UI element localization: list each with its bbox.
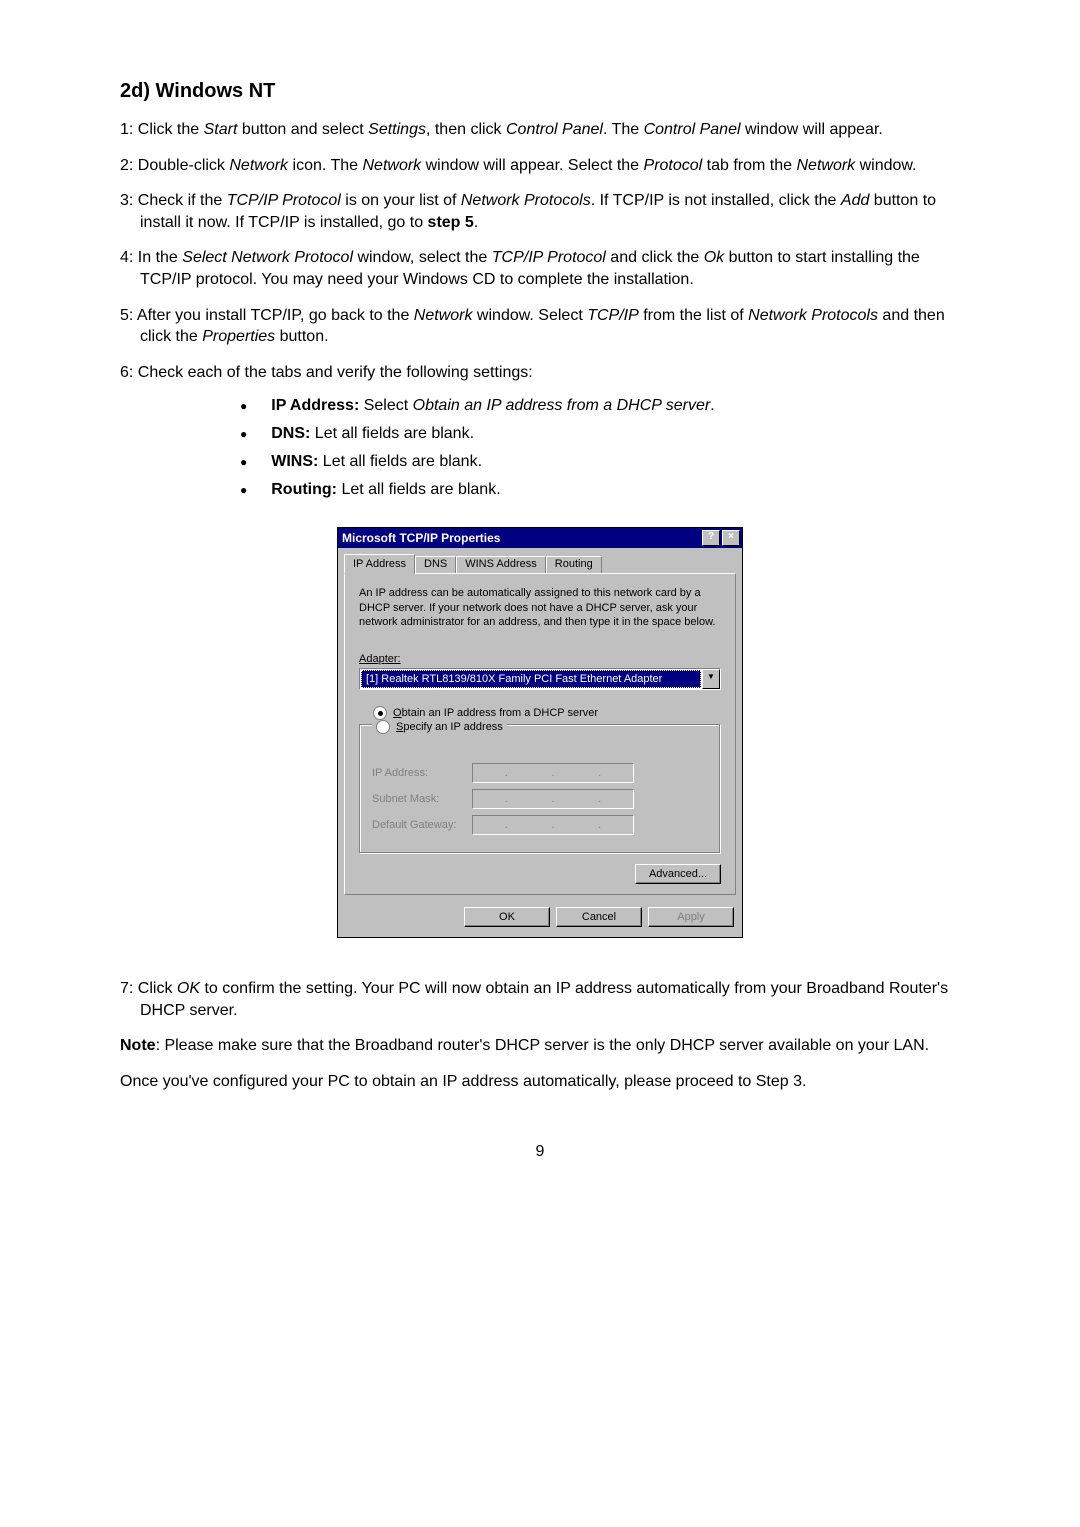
step-7: 7: Click OK to confirm the setting. Your… (120, 978, 960, 1021)
dialog-title: Microsoft TCP/IP Properties (342, 531, 500, 545)
description-text: An IP address can be automatically assig… (359, 586, 721, 629)
bullet-icon: ● (240, 483, 247, 497)
tcpip-properties-dialog: Microsoft TCP/IP Properties ? × IP Addre… (337, 527, 743, 938)
tab-ip-address[interactable]: IP Address (344, 554, 415, 574)
default-gateway-field: ... (472, 815, 634, 835)
step-5: 5: After you install TCP/IP, go back to … (120, 305, 960, 348)
step-1: 1: Click the Start button and select Set… (120, 119, 960, 141)
tab-wins-address[interactable]: WINS Address (456, 556, 546, 573)
bullet-icon: ● (240, 399, 247, 413)
adapter-selected-value: [1] Realtek RTL8139/810X Family PCI Fast… (361, 670, 701, 688)
apply-button: Apply (648, 907, 734, 927)
radio-icon (373, 706, 387, 720)
bullet-routing: ● Routing: Let all fields are blank. (240, 481, 960, 499)
step-4: 4: In the Select Network Protocol window… (120, 247, 960, 290)
radio-icon (376, 720, 390, 734)
heading-windows-nt: 2d) Windows NT (120, 80, 960, 103)
chevron-down-icon[interactable]: ▼ (702, 669, 720, 689)
tab-routing[interactable]: Routing (546, 556, 602, 573)
once-text: Once you've configured your PC to obtain… (120, 1071, 960, 1093)
bullet-wins: ● WINS: Let all fields are blank. (240, 453, 960, 471)
subnet-mask-field: ... (472, 789, 634, 809)
bullet-icon: ● (240, 455, 247, 469)
close-button[interactable]: × (722, 530, 740, 546)
adapter-label: Adapter: (359, 653, 721, 665)
step-6: 6: Check each of the tabs and verify the… (120, 362, 960, 384)
subnet-mask-label: Subnet Mask: (372, 793, 472, 805)
titlebar: Microsoft TCP/IP Properties ? × (338, 528, 742, 548)
help-button[interactable]: ? (702, 530, 720, 546)
tab-dns[interactable]: DNS (415, 556, 456, 573)
radio-specify-ip[interactable]: Specify an IP address (372, 720, 507, 734)
ok-button[interactable]: OK (464, 907, 550, 927)
ip-address-label: IP Address: (372, 767, 472, 779)
ip-address-field: ... (472, 763, 634, 783)
radio-obtain-dhcp[interactable]: Obtain an IP address from a DHCP server (373, 706, 721, 720)
step-2: 2: Double-click Network icon. The Networ… (120, 155, 960, 177)
bullet-ip-address: ● IP Address: Select Obtain an IP addres… (240, 397, 960, 415)
note-text: Note: Please make sure that the Broadban… (120, 1035, 960, 1057)
default-gateway-label: Default Gateway: (372, 819, 472, 831)
advanced-button[interactable]: Advanced... (635, 864, 721, 884)
adapter-dropdown[interactable]: [1] Realtek RTL8139/810X Family PCI Fast… (359, 668, 721, 690)
step-3: 3: Check if the TCP/IP Protocol is on yo… (120, 190, 960, 233)
bullet-dns: ● DNS: Let all fields are blank. (240, 425, 960, 443)
cancel-button[interactable]: Cancel (556, 907, 642, 927)
page-number: 9 (120, 1143, 960, 1161)
bullet-icon: ● (240, 427, 247, 441)
